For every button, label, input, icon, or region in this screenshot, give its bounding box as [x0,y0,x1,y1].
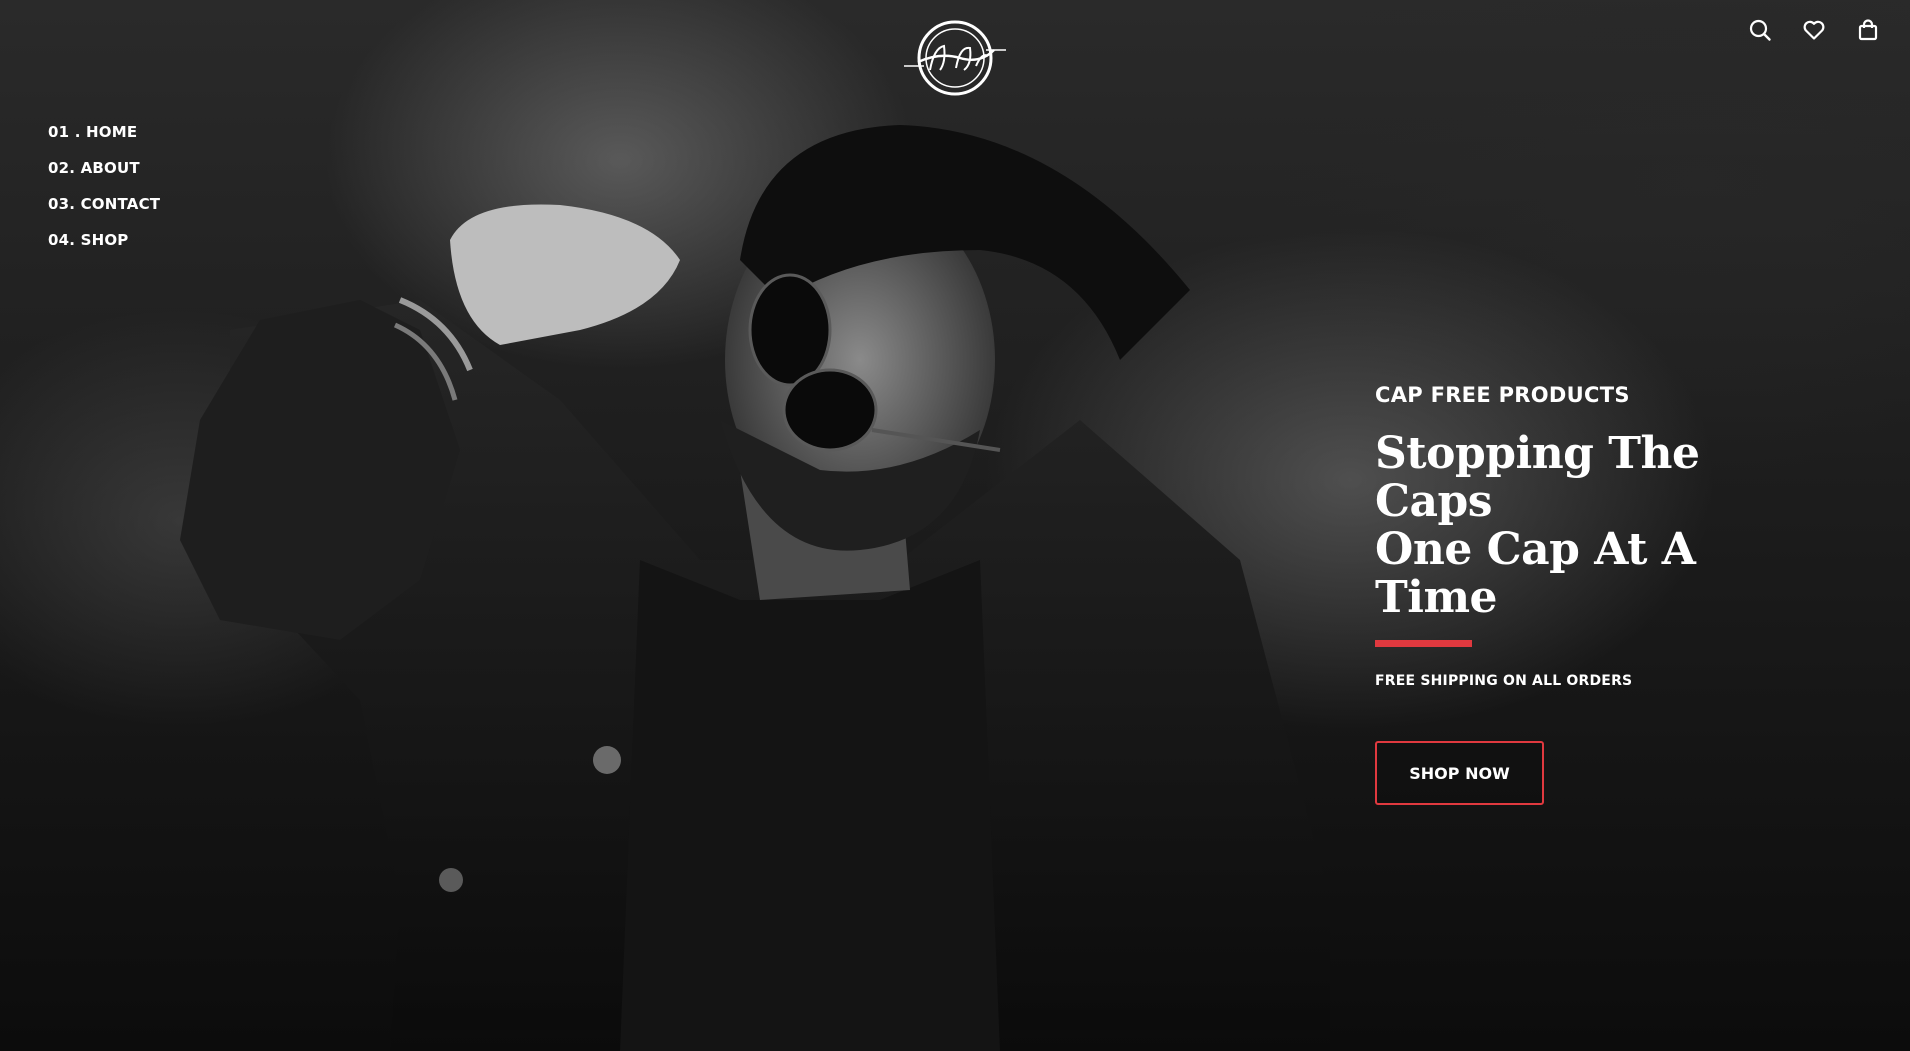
promo-headline: Stopping The Caps One Cap At A Time [1375,430,1815,622]
promo-eyebrow: CAP FREE PRODUCTS [1375,383,1630,407]
shop-now-button[interactable]: SHOP NOW [1375,741,1544,805]
shipping-note: FREE SHIPPING ON ALL ORDERS [1375,673,1633,689]
brand-logo[interactable] [900,18,1010,100]
search-icon [1749,19,1771,41]
headline-line-1: Stopping The Caps [1375,428,1700,527]
wishlist-button[interactable] [1798,14,1830,46]
nav-item-contact[interactable]: 03. CONTACT [48,194,160,230]
shopping-bag-icon [1858,19,1878,41]
nav-item-about[interactable]: 02. ABOUT [48,158,160,194]
hero-promo: CAP FREE PRODUCTS Stopping The Caps One … [1375,380,1815,805]
headline-line-2: One Cap At A Time [1375,524,1696,623]
side-navigation: 01 . HOME 02. ABOUT 03. CONTACT 04. SHOP [48,122,160,266]
heart-icon [1803,20,1825,40]
nav-item-home[interactable]: 01 . HOME [48,122,160,158]
nav-item-shop[interactable]: 04. SHOP [48,230,160,266]
header-actions [1744,14,1884,46]
cart-button[interactable] [1852,14,1884,46]
stop-the-cap-logo-icon [904,20,1006,96]
accent-divider [1375,640,1472,647]
search-button[interactable] [1744,14,1776,46]
